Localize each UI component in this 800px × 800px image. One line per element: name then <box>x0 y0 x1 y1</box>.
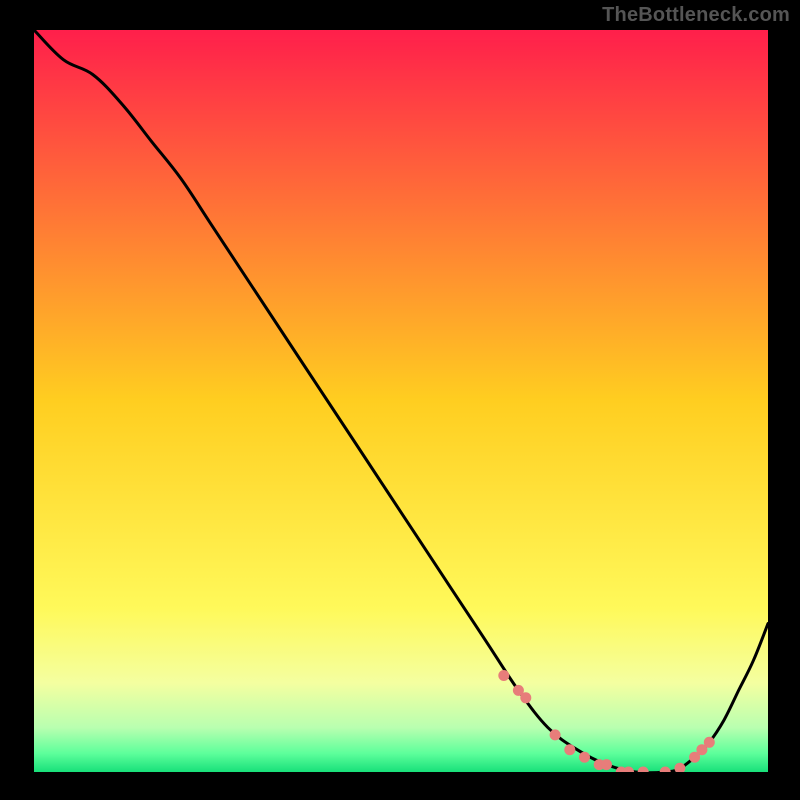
marker-dot <box>704 737 715 748</box>
marker-dot <box>601 759 612 770</box>
plot-area <box>34 30 768 772</box>
gradient-rect <box>34 30 768 772</box>
marker-dot <box>579 752 590 763</box>
chart-svg <box>34 30 768 772</box>
marker-dot <box>564 744 575 755</box>
marker-dot <box>550 729 561 740</box>
watermark-text: TheBottleneck.com <box>602 4 790 27</box>
chart-frame: TheBottleneck.com <box>0 0 800 800</box>
marker-dot <box>498 670 509 681</box>
marker-dot <box>520 692 531 703</box>
